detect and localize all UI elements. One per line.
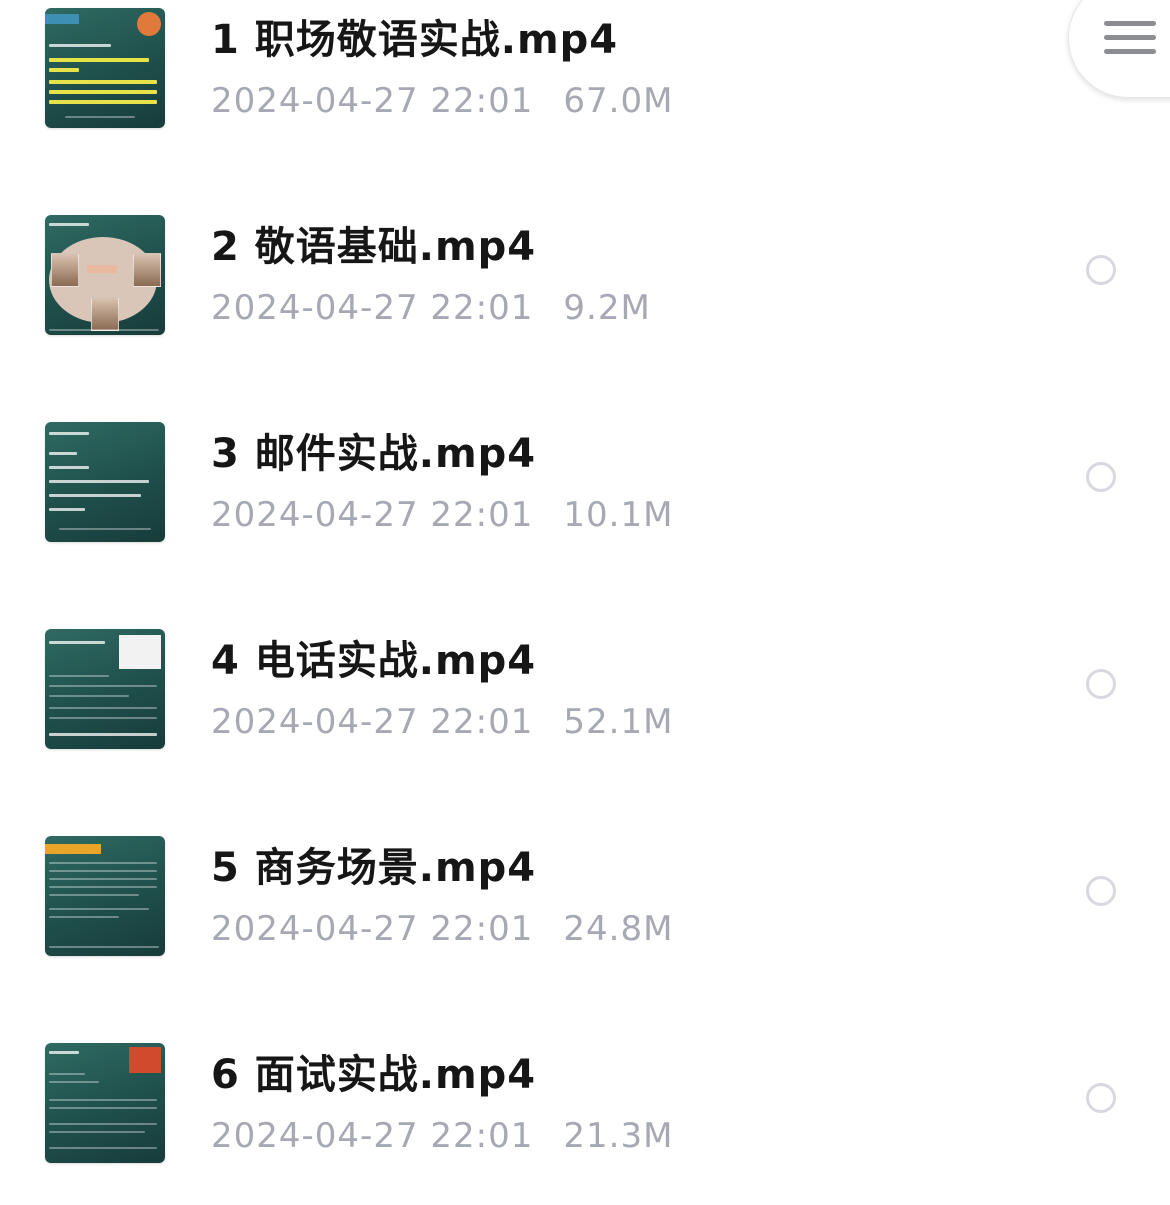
thumbnail-text-line [49,1081,99,1083]
select-radio[interactable] [1086,876,1116,906]
menu-bar [1104,21,1156,26]
file-size: 52.1M [563,702,674,742]
thumbnail-photo [51,253,79,287]
thumbnail-text-line [49,870,157,872]
video-thumbnail[interactable] [45,1043,165,1163]
thumbnail-arrow [87,265,117,273]
thumbnail-text-line [49,100,157,104]
thumbnail-text-line [49,946,159,948]
select-radio[interactable] [1086,255,1116,285]
file-row[interactable]: 5 商务场景.mp4 2024-04-27 22:01 24.8M [0,828,1170,998]
thumbnail-photo [119,635,161,669]
thumbnail-text-line [49,641,105,644]
thumbnail-text-line [49,1073,85,1075]
thumbnail-text-line [49,707,157,709]
video-thumbnail[interactable] [45,215,165,335]
thumbnail-tag [45,844,101,854]
thumbnail-text-line [49,80,157,84]
file-date: 2024-04-27 22:01 [211,909,534,949]
thumbnail-text-line [49,44,111,47]
thumbnail-text-line [49,329,159,331]
file-name: 3 邮件实战.mp4 [211,431,537,477]
thumbnail-tag [45,14,79,24]
thumbnail-photo [133,253,161,287]
thumbnail-text-line [59,528,151,530]
thumbnail-text-line [49,878,157,880]
menu-bar [1104,49,1156,54]
thumbnail-photo [91,297,119,331]
file-meta: 2024-04-27 22:01 10.1M [211,492,673,538]
thumbnail-text-line [49,1123,157,1125]
thumbnail-text-line [49,68,79,72]
video-thumbnail[interactable] [45,8,165,128]
file-name: 2 敬语基础.mp4 [211,224,537,270]
file-date: 2024-04-27 22:01 [211,81,534,121]
thumbnail-text-line [49,717,157,719]
file-row[interactable]: 6 面试实战.mp4 2024-04-27 22:01 21.3M [0,1035,1170,1205]
thumbnail-text-line [49,466,89,469]
thumbnail-text-line [65,116,135,118]
video-thumbnail[interactable] [45,836,165,956]
thumbnail-text-line [49,685,157,687]
thumbnail-text-line [49,916,119,918]
thumbnail-text-line [49,432,89,435]
file-date: 2024-04-27 22:01 [211,288,534,328]
file-name: 6 面试实战.mp4 [211,1052,537,1098]
file-list: 1 职场敬语实战.mp4 2024-04-27 22:01 67.0M 2 敬语基… [0,0,1170,1170]
file-row[interactable]: 1 职场敬语实战.mp4 2024-04-27 22:01 67.0M [0,0,1170,170]
file-size: 24.8M [563,909,674,949]
file-meta: 2024-04-27 22:01 67.0M [211,78,673,124]
file-date: 2024-04-27 22:01 [211,495,534,535]
file-date: 2024-04-27 22:01 [211,1116,534,1156]
file-meta: 2024-04-27 22:01 52.1M [211,699,673,745]
thumbnail-tag [129,1047,161,1073]
thumbnail-text-line [49,1051,79,1054]
thumbnail-text-line [49,862,157,864]
file-name: 1 职场敬语实战.mp4 [211,17,619,63]
file-row[interactable]: 3 邮件实战.mp4 2024-04-27 22:01 10.1M [0,414,1170,584]
file-meta: 2024-04-27 22:01 21.3M [211,1113,673,1159]
menu-bar [1104,35,1156,40]
thumbnail-text-line [49,90,157,94]
file-name: 5 商务场景.mp4 [211,845,537,891]
thumbnail-text-line [49,1131,145,1133]
select-radio[interactable] [1086,1083,1116,1113]
thumbnail-text-line [49,894,139,896]
video-thumbnail[interactable] [45,422,165,542]
thumbnail-text-line [49,223,89,226]
thumbnail-text-line [49,675,109,677]
file-meta: 2024-04-27 22:01 24.8M [211,906,673,952]
thumbnail-text-line [49,695,129,697]
select-radio[interactable] [1086,462,1116,492]
thumbnail-text-line [49,908,149,910]
thumbnail-text-line [49,480,149,483]
thumbnail-text-line [49,494,141,497]
thumbnail-text-line [49,733,157,736]
file-size: 9.2M [563,288,651,328]
file-size: 10.1M [563,495,674,535]
select-radio[interactable] [1086,669,1116,699]
file-size: 67.0M [563,81,674,121]
file-row[interactable]: 2 敬语基础.mp4 2024-04-27 22:01 9.2M [0,207,1170,377]
file-row[interactable]: 4 电话实战.mp4 2024-04-27 22:01 52.1M [0,621,1170,791]
thumbnail-text-line [49,1107,157,1109]
thumbnail-badge [137,12,161,36]
thumbnail-text-line [49,58,149,62]
file-size: 21.3M [563,1116,674,1156]
file-meta: 2024-04-27 22:01 9.2M [211,285,651,331]
thumbnail-text-line [49,1147,157,1149]
file-date: 2024-04-27 22:01 [211,702,534,742]
thumbnail-text-line [49,886,157,888]
thumbnail-text-line [49,1099,157,1101]
file-name: 4 电话实战.mp4 [211,638,537,684]
video-thumbnail[interactable] [45,629,165,749]
thumbnail-text-line [49,508,85,511]
thumbnail-text-line [49,452,77,455]
